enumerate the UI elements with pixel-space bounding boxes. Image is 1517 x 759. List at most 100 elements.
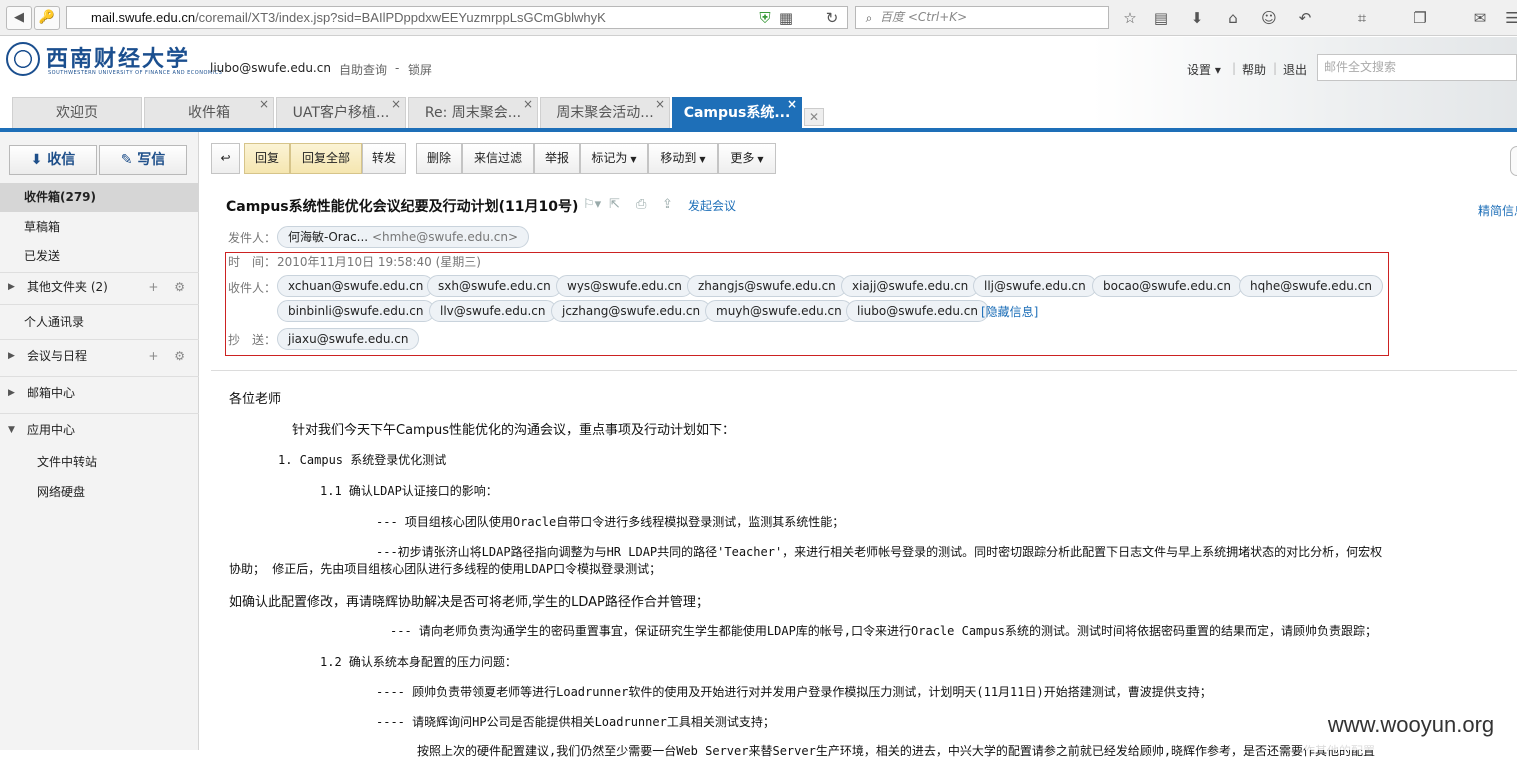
site-info-icon[interactable]: 🔑 xyxy=(34,6,60,30)
mark-as-menu[interactable]: 标记为 ▼ xyxy=(580,143,648,174)
reload-icon[interactable]: ↻ xyxy=(822,8,842,28)
address-bar[interactable]: mail.swufe.edu.cn/coremail/XT3/index.jsp… xyxy=(66,6,848,29)
recipient-chip[interactable]: xchuan@swufe.edu.cn xyxy=(277,275,435,297)
close-all-tabs-icon[interactable]: ✕ xyxy=(804,108,824,126)
sidebar-item-meetings[interactable]: ▶ 会议与日程 + ⚙ xyxy=(0,342,199,371)
sidebar-item-label: 文件中转站 xyxy=(37,455,98,469)
pencil-icon: ✎ xyxy=(120,152,133,168)
close-icon[interactable]: × xyxy=(655,89,665,120)
browser-search-input[interactable]: 百度 <Ctrl+K> xyxy=(855,6,1109,29)
tab-uat[interactable]: UAT客户移植... × xyxy=(276,97,406,128)
recipient-chip[interactable]: sxh@swufe.edu.cn xyxy=(427,275,562,297)
reply-all-button[interactable]: 回复全部 xyxy=(290,143,362,174)
header-separator: | xyxy=(1232,61,1237,75)
sidebar-item-other-folders[interactable]: ▶ 其他文件夹 (2) + ⚙ xyxy=(0,273,199,302)
help-link[interactable]: 帮助 xyxy=(1242,61,1266,78)
expand-arrow-icon[interactable]: ▶ xyxy=(8,273,15,302)
flag-icon[interactable]: ⚐▾ xyxy=(583,197,601,212)
watermark: www.wooyun.org xyxy=(1305,710,1517,750)
recipient-chip[interactable]: zhangjs@swufe.edu.cn xyxy=(687,275,847,297)
sidebar-item-file-transfer[interactable]: 文件中转站 xyxy=(0,448,199,477)
open-new-window-icon[interactable]: ⇱ xyxy=(609,197,620,212)
search-placeholder: 百度 <Ctrl+K> xyxy=(880,10,968,24)
close-icon[interactable]: × xyxy=(523,89,533,120)
sidebar-item-label: 个人通讯录 xyxy=(24,315,85,329)
self-help-link[interactable]: 自助查询 xyxy=(339,61,387,78)
divider xyxy=(0,413,199,414)
share-icon[interactable]: ⇪ xyxy=(662,197,673,212)
recipient-chip[interactable]: wys@swufe.edu.cn xyxy=(556,275,693,297)
recipient-chip[interactable]: muyh@swufe.edu.cn xyxy=(705,300,853,322)
logout-link[interactable]: 退出 xyxy=(1283,61,1307,78)
filter-button[interactable]: 来信过滤 xyxy=(462,143,534,174)
sidebar-item-drafts[interactable]: 草稿箱 xyxy=(0,213,199,242)
crop-icon[interactable]: ⌗ xyxy=(1352,8,1372,28)
sender-chip[interactable]: 何海敏-Orac... <hmhe@swufe.edu.cn> xyxy=(277,226,530,248)
forward-button[interactable]: 转发 xyxy=(362,143,406,174)
tab-re-weekend[interactable]: Re: 周末聚会... × xyxy=(408,97,538,128)
divider xyxy=(0,304,199,305)
sidebar-item-net-disk[interactable]: 网络硬盘 xyxy=(0,478,199,507)
back-icon[interactable]: ◀ xyxy=(6,6,32,30)
back-to-list-button[interactable]: ↩ xyxy=(211,143,240,174)
more-menu[interactable]: 更多 ▼ xyxy=(718,143,776,174)
tab-inbox[interactable]: 收件箱 × xyxy=(144,97,274,128)
message-icon[interactable]: ✉ xyxy=(1470,8,1490,28)
meeting-actions[interactable]: + ⚙ xyxy=(148,342,191,371)
tab-welcome[interactable]: 欢迎页 xyxy=(12,97,142,128)
close-icon[interactable]: × xyxy=(391,89,401,120)
window-icon[interactable]: ❐ xyxy=(1410,8,1430,28)
home-icon[interactable]: ⌂ xyxy=(1223,8,1243,28)
recipient-chip[interactable]: hqhe@swufe.edu.cn xyxy=(1239,275,1383,297)
menu-icon[interactable]: ☰ xyxy=(1502,8,1517,28)
expand-arrow-icon[interactable]: ▶ xyxy=(8,342,15,371)
recipient-chip[interactable]: llv@swufe.edu.cn xyxy=(429,300,557,322)
recipient-chip[interactable]: jczhang@swufe.edu.cn xyxy=(551,300,712,322)
chat-icon[interactable]: ☺ xyxy=(1259,8,1279,28)
close-icon[interactable]: × xyxy=(259,89,269,120)
sidebar-item-inbox[interactable]: 收件箱(279) xyxy=(0,183,199,212)
folder-actions[interactable]: + ⚙ xyxy=(148,273,191,302)
recipient-chip[interactable]: bocao@swufe.edu.cn xyxy=(1092,275,1242,297)
reply-button[interactable]: 回复 xyxy=(244,143,290,174)
recipient-chip[interactable]: liubo@swufe.edu.cn xyxy=(846,300,989,322)
mail-search-input[interactable]: 邮件全文搜索 xyxy=(1317,54,1517,81)
tab-label: UAT客户移植... xyxy=(292,105,390,121)
sidebar-item-mail-center[interactable]: ▶ 邮箱中心 xyxy=(0,379,199,408)
sidebar-item-contacts[interactable]: 个人通讯录 xyxy=(0,308,199,337)
report-button[interactable]: 举报 xyxy=(534,143,580,174)
settings-menu[interactable]: 设置 ▾ xyxy=(1187,61,1221,78)
star-icon[interactable]: ☆ xyxy=(1120,8,1140,28)
compose-label: 写信 xyxy=(137,152,166,168)
sidebar-item-sent[interactable]: 已发送 xyxy=(0,242,199,271)
delete-button[interactable]: 删除 xyxy=(416,143,462,174)
reader-icon[interactable]: ▤ xyxy=(1151,8,1171,28)
recipient-chip[interactable]: xiajj@swufe.edu.cn xyxy=(841,275,980,297)
sidebar-item-app-center[interactable]: ▼ 应用中心 xyxy=(0,416,199,445)
receive-button[interactable]: ⬇ 收信 xyxy=(9,145,97,175)
compose-button[interactable]: ✎ 写信 xyxy=(99,145,187,175)
recipient-chip[interactable]: llj@swufe.edu.cn xyxy=(973,275,1097,297)
qr-icon[interactable]: ▦ xyxy=(776,8,796,28)
move-to-menu[interactable]: 移动到 ▼ xyxy=(648,143,718,174)
tab-campus[interactable]: Campus系统... × xyxy=(672,97,802,128)
panel-toggle[interactable] xyxy=(1510,146,1517,176)
download-icon[interactable]: ⬇ xyxy=(1187,8,1207,28)
lock-screen-link[interactable]: 锁屏 xyxy=(408,61,432,78)
close-icon[interactable]: × xyxy=(787,89,797,120)
print-icon[interactable]: ⎙ xyxy=(636,197,646,212)
cc-chip[interactable]: jiaxu@swufe.edu.cn xyxy=(277,328,420,350)
url-path: /coremail/XT3/index.jsp?sid=BAIlPDppdxwE… xyxy=(195,10,606,25)
start-meeting-link[interactable]: 发起会议 xyxy=(688,197,736,214)
hide-info-link[interactable]: [隐藏信息] xyxy=(981,303,1038,320)
collapse-arrow-icon[interactable]: ▼ xyxy=(8,416,15,445)
shield-icon[interactable]: ⛨ xyxy=(755,8,775,28)
recipient-chip[interactable]: binbinli@swufe.edu.cn xyxy=(277,300,435,322)
body-paragraph: 针对我们今天下午Campus性能优化的沟通会议，重点事项及行动计划如下： xyxy=(292,423,735,438)
tab-weekend[interactable]: 周末聚会活动... × xyxy=(540,97,670,128)
browser-toolbar: ◀ 🔑 mail.swufe.edu.cn/coremail/XT3/index… xyxy=(0,0,1517,36)
simple-view-link[interactable]: 精简信息 xyxy=(1478,202,1517,219)
sidebar-item-label: 草稿箱 xyxy=(24,220,61,234)
expand-arrow-icon[interactable]: ▶ xyxy=(8,379,15,408)
undo-icon[interactable]: ↶ xyxy=(1295,8,1315,28)
